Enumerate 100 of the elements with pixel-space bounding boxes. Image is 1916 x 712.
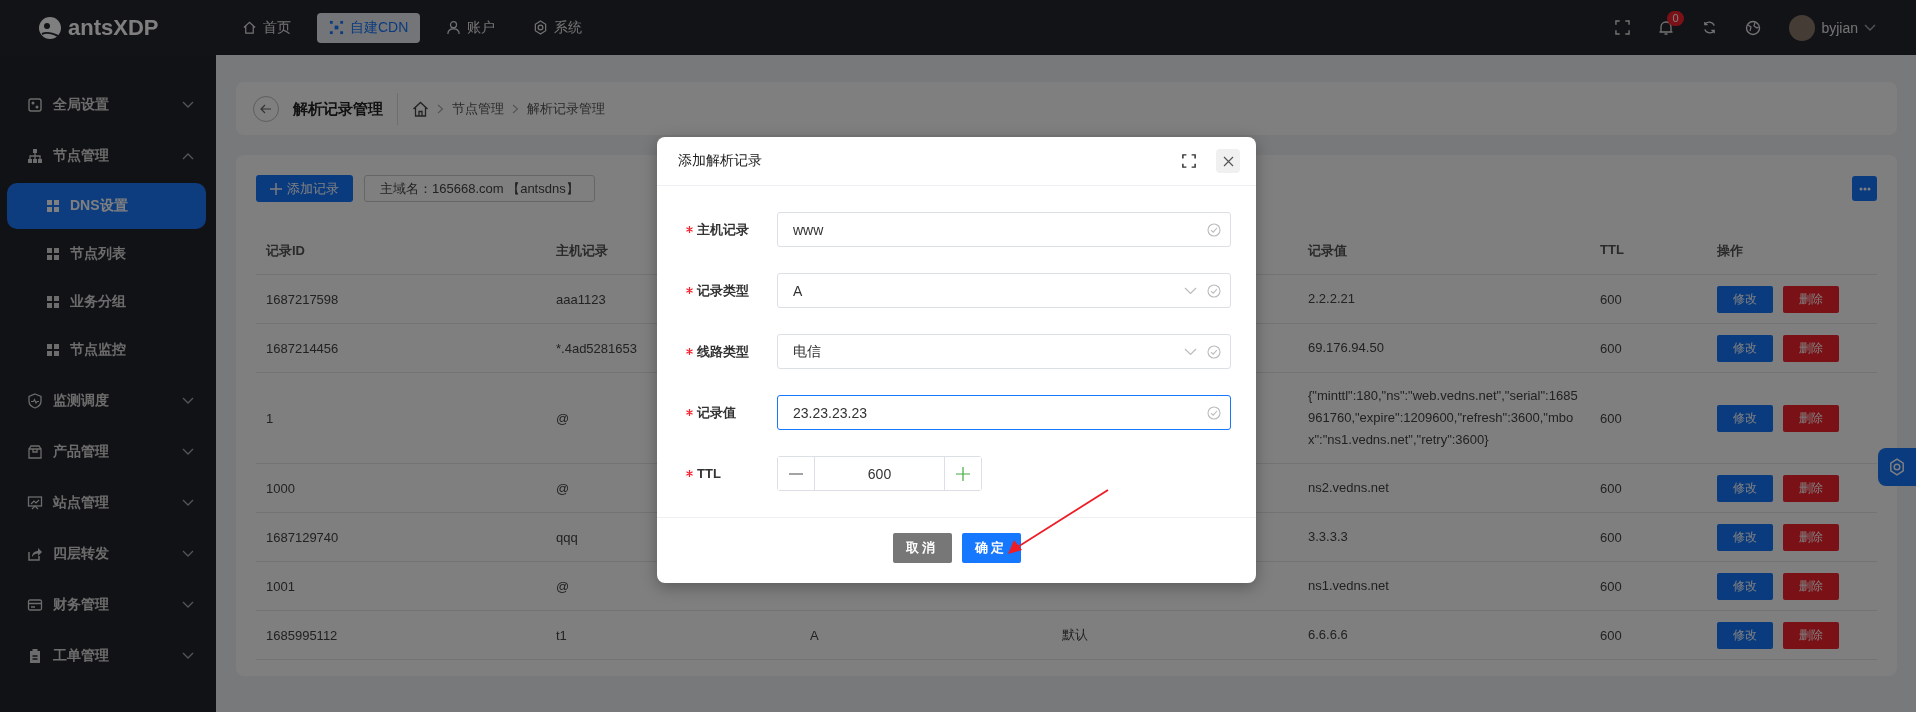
nav-tab[interactable]: 账户 [434,12,508,43]
card-icon [27,596,43,613]
edit-button[interactable]: 修改 [1717,404,1773,432]
sidebar-subitem[interactable]: 节点列表 [7,231,206,277]
text-input[interactable]: 23.23.23.23 [777,395,1231,430]
number-stepper[interactable]: 600 [777,456,982,491]
table-cell: 1685995112 [256,611,546,660]
table-cell: 600 [1590,373,1707,464]
delete-button[interactable]: 删除 [1783,474,1839,502]
fullscreen-icon[interactable] [1182,154,1196,168]
sidebar-item[interactable]: 站点管理 [0,477,216,528]
clipboard-icon [27,647,43,664]
table-cell: 600 [1590,275,1707,324]
nav-tab[interactable]: 系统 [521,12,595,43]
user-icon [446,20,462,35]
sidebar-item[interactable]: 全局设置 [0,79,216,130]
field-label: 记录类型 [697,281,749,300]
chevron-right-icon [437,103,444,114]
arrow-left-icon [260,103,272,114]
logo-icon [38,15,62,40]
chevron-icon [182,447,194,456]
edit-button[interactable]: 修改 [1717,621,1773,649]
box-icon [27,443,43,460]
table-cell: 默认 [1052,611,1298,660]
network-icon [329,20,344,35]
edit-button[interactable]: 修改 [1717,285,1773,313]
chevron-icon [182,396,194,405]
grid-icon [47,296,59,308]
select-field[interactable]: 电信 [777,334,1231,369]
settings-icon [533,20,549,35]
text-input[interactable]: www [777,212,1231,247]
username[interactable]: byjian [1821,19,1858,36]
table-cell: 2.2.2.21 [1298,275,1590,324]
sidebar-subitem[interactable]: 业务分组 [7,279,206,325]
edit-button[interactable]: 修改 [1717,334,1773,362]
sidebar-item[interactable]: 监测调度 [0,375,216,426]
sidebar-item[interactable]: 产品管理 [0,426,216,477]
table-cell: 1687214456 [256,324,546,373]
plus-icon [956,466,970,481]
breadcrumb-link[interactable]: 解析记录管理 [527,99,605,118]
close-icon [1222,155,1234,167]
table-cell: 600 [1590,324,1707,373]
check-circle-icon [1207,406,1221,420]
nav-tab[interactable]: 首页 [230,12,303,43]
settings-icon [1888,458,1906,476]
table-cell: 3.3.3.3 [1298,513,1590,562]
home-icon[interactable] [412,100,429,117]
avatar[interactable] [1789,14,1816,41]
sidebar-item[interactable]: 工单管理 [0,630,216,681]
logo-text: antsXDP [68,14,159,41]
column-header: TTL [1590,228,1707,275]
edit-button[interactable]: 修改 [1717,523,1773,551]
delete-button[interactable]: 删除 [1783,523,1839,551]
sidebar-subitem[interactable]: DNS设置 [7,183,206,229]
sidebar-item[interactable]: 财务管理 [0,579,216,630]
check-circle-icon [1207,284,1221,298]
add-record-button[interactable]: 添加记录 [256,175,353,202]
select-field[interactable]: A [777,273,1231,308]
chevron-down-icon [1184,287,1197,295]
chevron-icon [182,100,194,109]
refresh-icon[interactable] [1702,20,1718,35]
table-cell: 6.6.6.6 [1298,611,1590,660]
grid-icon [47,200,59,212]
more-button[interactable] [1852,176,1877,201]
delete-button[interactable]: 删除 [1783,404,1839,432]
table-cell: 600 [1590,464,1707,513]
sidebar-subitem[interactable]: 节点监控 [7,327,206,373]
check-circle-icon [1207,223,1221,237]
check-circle-icon [1207,345,1221,359]
sidebar-item[interactable]: 节点管理 [0,130,216,181]
close-button[interactable] [1216,149,1240,173]
chevron-icon [182,151,194,160]
chevron-right-icon [512,103,519,114]
minus-icon [789,472,803,475]
table-cell: A [800,611,1052,660]
globe-icon[interactable] [1745,19,1762,36]
shield-icon [27,392,43,409]
number-input[interactable]: 600 [814,457,945,490]
hierarchy-icon [27,147,43,164]
table-cell: 1687217598 [256,275,546,324]
table-cell: t1 [546,611,800,660]
delete-button[interactable]: 删除 [1783,334,1839,362]
monitor-icon [27,494,43,511]
sidebar-item[interactable]: 四层转发 [0,528,216,579]
confirm-button[interactable]: 确定 [961,533,1021,563]
edit-button[interactable]: 修改 [1717,474,1773,502]
table-cell: 69.176.94.50 [1298,324,1590,373]
nav-tab[interactable]: 自建CDN [317,12,421,43]
bell-icon[interactable] [1658,19,1675,36]
chevron-down-icon [1184,348,1197,356]
edit-button[interactable]: 修改 [1717,572,1773,600]
domain-label: 主域名：165668.com 【antsdns】 [364,175,595,202]
settings-button[interactable] [1878,448,1916,486]
delete-button[interactable]: 删除 [1783,285,1839,313]
grid-icon [47,248,59,260]
delete-button[interactable]: 删除 [1783,621,1839,649]
cancel-button[interactable]: 取消 [892,533,952,563]
delete-button[interactable]: 删除 [1783,572,1839,600]
field-label: 记录值 [697,403,736,422]
breadcrumb-link[interactable]: 节点管理 [452,99,504,118]
